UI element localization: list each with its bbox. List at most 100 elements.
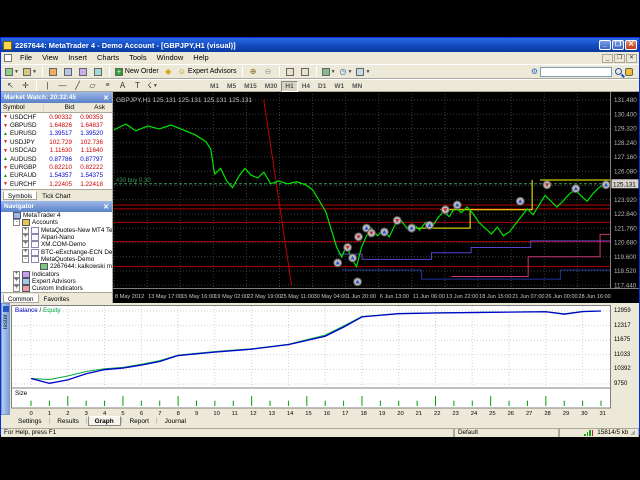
price-chart[interactable]: 131.480130.400129.320128.240127.160126.0… xyxy=(113,92,639,303)
tab-common[interactable]: Common xyxy=(3,294,39,303)
collapse-icon[interactable]: - xyxy=(22,256,29,263)
new-chart-button[interactable]: ▼ xyxy=(4,66,20,78)
tab-symbols[interactable]: Symbols xyxy=(3,191,37,200)
column-header-symbol[interactable]: Symbol xyxy=(1,104,43,111)
channel-tool[interactable]: ▱ xyxy=(86,80,99,92)
tree-item[interactable]: +Custom Indicators xyxy=(1,285,112,292)
timeframe-w1[interactable]: W1 xyxy=(330,81,348,92)
cursor-tool[interactable]: ↖ xyxy=(4,80,17,92)
data-window-button[interactable] xyxy=(62,66,75,78)
market-watch-row[interactable]: ▲EURUSD1.395171.39520 xyxy=(1,130,112,138)
horizontal-line-tool[interactable]: — xyxy=(56,80,69,92)
cascade-windows-button[interactable] xyxy=(299,66,312,78)
menu-tools[interactable]: Tools xyxy=(124,52,152,64)
arrows-tool[interactable]: ☇▼ xyxy=(146,80,159,92)
expand-icon[interactable]: + xyxy=(22,227,29,234)
timeframe-m5[interactable]: M5 xyxy=(223,81,240,92)
zoom-out-button[interactable]: ⊖ xyxy=(262,66,275,78)
tester-tab-graph[interactable]: Graph xyxy=(88,416,121,426)
navigator-titlebar[interactable]: Navigator ✕ xyxy=(1,201,112,212)
menu-file[interactable]: File xyxy=(15,52,37,64)
chat-icon[interactable] xyxy=(625,68,633,76)
tree-item[interactable]: +XM.COM-Demo xyxy=(1,241,112,248)
column-header-bid[interactable]: Bid xyxy=(43,104,74,111)
market-watch-row[interactable]: ▲AUDUSD0.877860.87797 xyxy=(1,155,112,163)
terminal-toggle-button[interactable] xyxy=(92,66,105,78)
expand-icon[interactable]: + xyxy=(13,278,20,285)
timeframe-m1[interactable]: M1 xyxy=(206,81,223,92)
menu-window[interactable]: Window xyxy=(152,52,189,64)
timeframe-m30[interactable]: M30 xyxy=(261,81,282,92)
expert-advisors-button[interactable]: ☺ Expert Advisors xyxy=(177,66,238,78)
tile-windows-button[interactable] xyxy=(284,66,297,78)
market-watch-row[interactable]: ▼GBPUSD1.648261.64837 xyxy=(1,121,112,129)
tree-item[interactable]: -MetaQuotes-Demo xyxy=(1,256,112,263)
tester-vertical-tab[interactable]: Tester xyxy=(1,303,10,415)
timeframe-h1[interactable]: H1 xyxy=(281,81,297,92)
tester-tab-report[interactable]: Report xyxy=(122,416,156,426)
market-watch-row[interactable]: ▼EURGBP0.822100.82222 xyxy=(1,163,112,171)
maximize-button[interactable]: ❐ xyxy=(612,40,624,50)
tree-item[interactable]: +MetaQuotes-New MT4 Test xyxy=(1,227,112,234)
crosshair-tool[interactable]: ✛ xyxy=(19,80,32,92)
tree-item[interactable]: +Expert Advisors xyxy=(1,278,112,285)
menu-insert[interactable]: Insert xyxy=(63,52,92,64)
tree-item[interactable]: MetaTrader 4 xyxy=(1,212,112,219)
tester-tab-settings[interactable]: Settings xyxy=(11,416,49,426)
market-watch-row[interactable]: ▼USDCHF0.903320.90353 xyxy=(1,113,112,121)
text-tool[interactable]: A xyxy=(116,80,129,92)
tester-tab-journal[interactable]: Journal xyxy=(158,416,193,426)
menu-view[interactable]: View xyxy=(37,52,63,64)
market-watch-table[interactable]: ▼USDCHF0.903320.90353▼GBPUSD1.648261.648… xyxy=(1,113,112,189)
timeframe-d1[interactable]: D1 xyxy=(314,81,330,92)
market-watch-row[interactable]: ▼USDCAD1.116301.11640 xyxy=(1,147,112,155)
chart-window-icon[interactable] xyxy=(4,54,12,62)
market-watch-row[interactable]: ▲EURAUD1.543571.54375 xyxy=(1,172,112,180)
tab-favorites[interactable]: Favorites xyxy=(39,294,75,303)
market-watch-toggle-button[interactable] xyxy=(47,66,60,78)
profiles-button[interactable]: ▼ xyxy=(22,66,38,78)
timeframe-h4[interactable]: H4 xyxy=(298,81,314,92)
new-order-button[interactable]: + New Order xyxy=(114,66,160,78)
expand-icon[interactable]: + xyxy=(22,241,29,248)
indicators-button[interactable]: ▼ xyxy=(321,66,337,78)
title-bar[interactable]: 2267644: MetaTrader 4 - Demo Account - [… xyxy=(1,38,639,52)
close-button[interactable]: ✕ xyxy=(625,40,637,50)
status-profile[interactable]: Default xyxy=(454,429,559,437)
menu-charts[interactable]: Charts xyxy=(92,52,124,64)
timeframe-m15[interactable]: M15 xyxy=(240,81,261,92)
minimize-button[interactable]: _ xyxy=(599,40,611,50)
tree-item[interactable]: -Accounts xyxy=(1,219,112,226)
child-restore-button[interactable]: ❐ xyxy=(614,54,625,63)
search-input[interactable] xyxy=(540,67,612,77)
expand-icon[interactable]: + xyxy=(13,285,20,292)
close-icon[interactable]: ✕ xyxy=(103,94,109,102)
market-watch-row[interactable]: ▼USDJPY102.729102.736 xyxy=(1,138,112,146)
menu-help[interactable]: Help xyxy=(188,52,213,64)
trendline-tool[interactable]: ╱ xyxy=(71,80,84,92)
price-chart-canvas[interactable]: 131.480130.400129.320128.240127.160126.0… xyxy=(113,92,639,303)
templates-button[interactable]: ▼ xyxy=(355,66,371,78)
resize-grip[interactable]: ◢ xyxy=(630,429,635,436)
tester-tab-results[interactable]: Results xyxy=(50,416,86,426)
balance-graph[interactable]: 0123456789101112131415161718192021222324… xyxy=(11,305,611,417)
collapse-icon[interactable]: - xyxy=(13,219,20,226)
fibonacci-tool[interactable]: ≡ xyxy=(101,80,114,92)
close-icon[interactable]: ✕ xyxy=(103,203,109,211)
child-minimize-button[interactable]: _ xyxy=(602,54,613,63)
zoom-in-button[interactable]: ⊕ xyxy=(247,66,260,78)
expand-icon[interactable]: + xyxy=(22,234,29,241)
tab-tick-chart[interactable]: Tick Chart xyxy=(37,191,75,200)
tree-item[interactable]: 2267644: kalkowski marc xyxy=(1,263,112,270)
timeframe-mn[interactable]: MN xyxy=(348,81,366,92)
expand-icon[interactable]: + xyxy=(13,271,20,278)
navigator-toggle-button[interactable] xyxy=(77,66,90,78)
gear-icon[interactable]: ⚙ xyxy=(531,67,538,76)
market-watch-row[interactable]: ▼EURCHF1.224051.22418 xyxy=(1,180,112,188)
tree-item[interactable]: +Indicators xyxy=(1,270,112,277)
child-close-button[interactable]: ✕ xyxy=(626,54,637,63)
text-label-tool[interactable]: T xyxy=(131,80,144,92)
navigator-tree[interactable]: MetaTrader 4-Accounts+MetaQuotes-New MT4… xyxy=(1,212,112,292)
tree-item[interactable]: +Alpari-Nano xyxy=(1,234,112,241)
autotrading-icon[interactable]: ◆ xyxy=(162,66,175,78)
